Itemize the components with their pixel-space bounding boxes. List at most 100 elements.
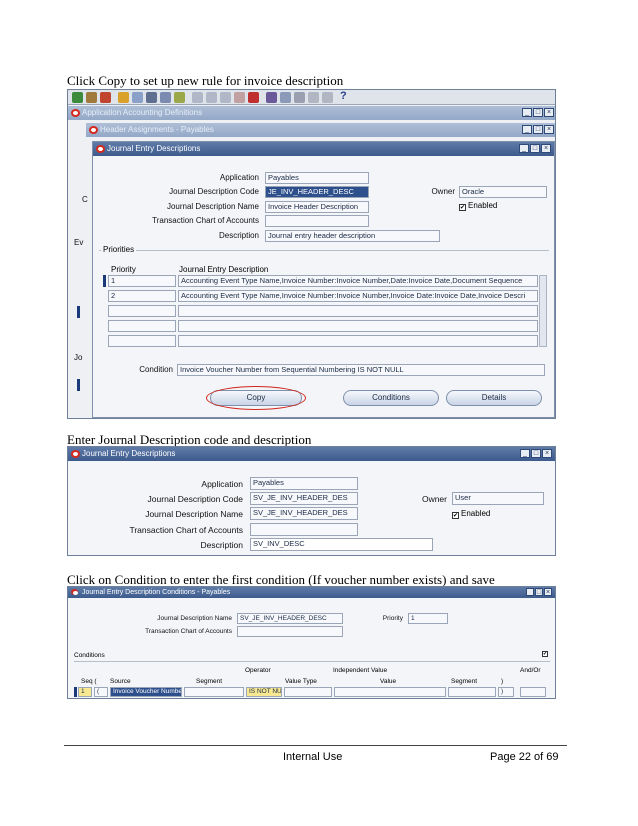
zoom-icon[interactable] [132,92,143,103]
journal-description-name-field[interactable]: Invoice Header Description [265,201,369,213]
code-label: Journal Description Code [147,494,243,504]
window-help-icon[interactable] [294,92,305,103]
priority-cell[interactable] [108,320,176,332]
code-label: Journal Description Code [169,187,259,196]
owner-field[interactable]: User [452,492,544,505]
priorities-divider [99,250,549,251]
copy-highlight-circle [206,386,306,410]
close-paren-cell[interactable]: ) [498,687,514,697]
folder-tools-icon[interactable] [280,92,291,103]
priority-cell[interactable]: 1 [108,275,176,287]
current-record-indicator [103,275,106,287]
close-icon[interactable]: × [542,449,552,458]
enabled-checkbox[interactable]: ✔ Enabled [452,509,490,519]
description-field[interactable]: SV_INV_DESC [250,538,433,551]
attachment-icon[interactable] [174,92,185,103]
priority-field[interactable]: 1 [408,613,448,624]
conditions-heading: Conditions [74,652,105,659]
restore-icon[interactable]: □ [530,144,540,153]
application-field[interactable]: Payables [265,172,369,184]
window-titlebar: Journal Entry Description Conditions - P… [68,587,555,598]
minimize-icon[interactable]: _ [520,449,530,458]
description-field[interactable]: Journal entry header description [265,230,440,242]
folder-icon[interactable] [118,92,129,103]
details-button[interactable]: Details [446,390,542,406]
segment-column-header: Segment [196,678,223,685]
footer-classification: Internal Use [283,751,343,763]
copy-icon[interactable] [206,92,217,103]
minimize-icon[interactable]: _ [526,588,534,596]
transaction-coa-field[interactable] [237,626,343,637]
jed-cell[interactable] [178,320,538,332]
restore-icon[interactable]: □ [533,108,543,117]
seq-column-header: Seq ( [81,678,97,685]
coa-label: Transaction Chart of Accounts [129,525,243,535]
new-record-icon[interactable] [234,92,245,103]
minimize-icon[interactable]: _ [519,144,529,153]
screenshot-description-conditions: Journal Entry Description Conditions - P… [67,586,556,699]
edit-field-icon[interactable] [266,92,277,103]
value-type-cell[interactable] [284,687,332,697]
restore-icon[interactable]: □ [533,125,543,134]
close-icon[interactable]: × [544,108,554,117]
close-icon[interactable]: × [544,125,554,134]
operator-cell[interactable]: IS NOT NUL [246,687,282,697]
open-paren-cell[interactable]: ( [94,687,108,697]
priority-cell[interactable] [108,335,176,347]
screenshot-journal-entry-descriptions: ? Application Accounting Definitions _ □… [67,89,556,419]
enabled-checkbox[interactable]: ✔ Enabled [459,201,497,211]
print-icon[interactable] [100,92,111,103]
transaction-coa-field[interactable] [265,215,369,227]
priority-cell[interactable] [108,305,176,317]
application-field[interactable]: Payables [250,477,358,490]
jed-column-header: Journal Entry Description [179,265,269,274]
jed-cell[interactable] [178,335,538,347]
close-icon[interactable]: × [544,588,552,596]
coa-label: Transaction Chart of Accounts [152,216,259,225]
minimize-icon[interactable]: _ [522,108,532,117]
description-label: Description [218,231,259,240]
jed-cell[interactable]: Accounting Event Type Name,Invoice Numbe… [178,290,538,302]
segment2-cell[interactable] [448,687,496,697]
oracle-logo-icon [71,589,78,595]
save-icon[interactable] [72,92,83,103]
segment-cell[interactable] [184,687,244,697]
jed-cell[interactable] [178,305,538,317]
window-titlebar: Journal Entry Descriptions _ □ × [68,447,555,461]
tools-icon[interactable] [322,92,333,103]
find-icon[interactable] [146,92,157,103]
translate-icon[interactable] [160,92,171,103]
jed-cell[interactable]: Accounting Event Type Name,Invoice Numbe… [178,275,538,287]
application-label: Application [219,173,259,182]
navigator-icon[interactable] [86,92,97,103]
close-icon[interactable]: × [541,144,551,153]
help-icon[interactable]: ? [340,90,347,102]
restore-icon[interactable]: □ [531,449,541,458]
journal-description-code-field[interactable]: SV_JE_INV_HEADER_DES [250,492,358,505]
clear-icon[interactable] [308,92,319,103]
vertical-scrollbar[interactable] [539,275,547,347]
cut-icon[interactable] [192,92,203,103]
paste-icon[interactable] [220,92,231,103]
window-controls: _ □ × [519,144,551,153]
seq-cell[interactable]: 1 [78,687,92,697]
value-cell[interactable] [334,687,446,697]
journal-description-name-field[interactable]: SV_JE_INV_HEADER_DESC [237,613,343,624]
priority-cell[interactable]: 2 [108,290,176,302]
conditions-button[interactable]: Conditions [343,390,439,406]
condition-label: Condition [139,365,173,374]
condition-field[interactable]: Invoice Voucher Number from Sequential N… [177,364,545,376]
restore-icon[interactable]: □ [535,588,543,596]
source-cell[interactable]: Invoice Voucher Number [110,687,182,697]
name-label: Journal Description Name [166,202,259,211]
transaction-coa-field[interactable] [250,523,358,536]
name-label: Journal Description Name [145,509,243,519]
andor-cell[interactable] [520,687,546,697]
description-label: Description [200,540,243,550]
delete-record-icon[interactable] [248,92,259,103]
minimize-icon[interactable]: _ [522,125,532,134]
owner-field[interactable]: Oracle [459,186,547,198]
conditions-checkbox[interactable]: ✔ [542,650,550,657]
journal-description-name-field[interactable]: SV_JE_INV_HEADER_DES [250,507,358,520]
journal-description-code-field[interactable]: JE_INV_HEADER_DESC [265,186,369,198]
